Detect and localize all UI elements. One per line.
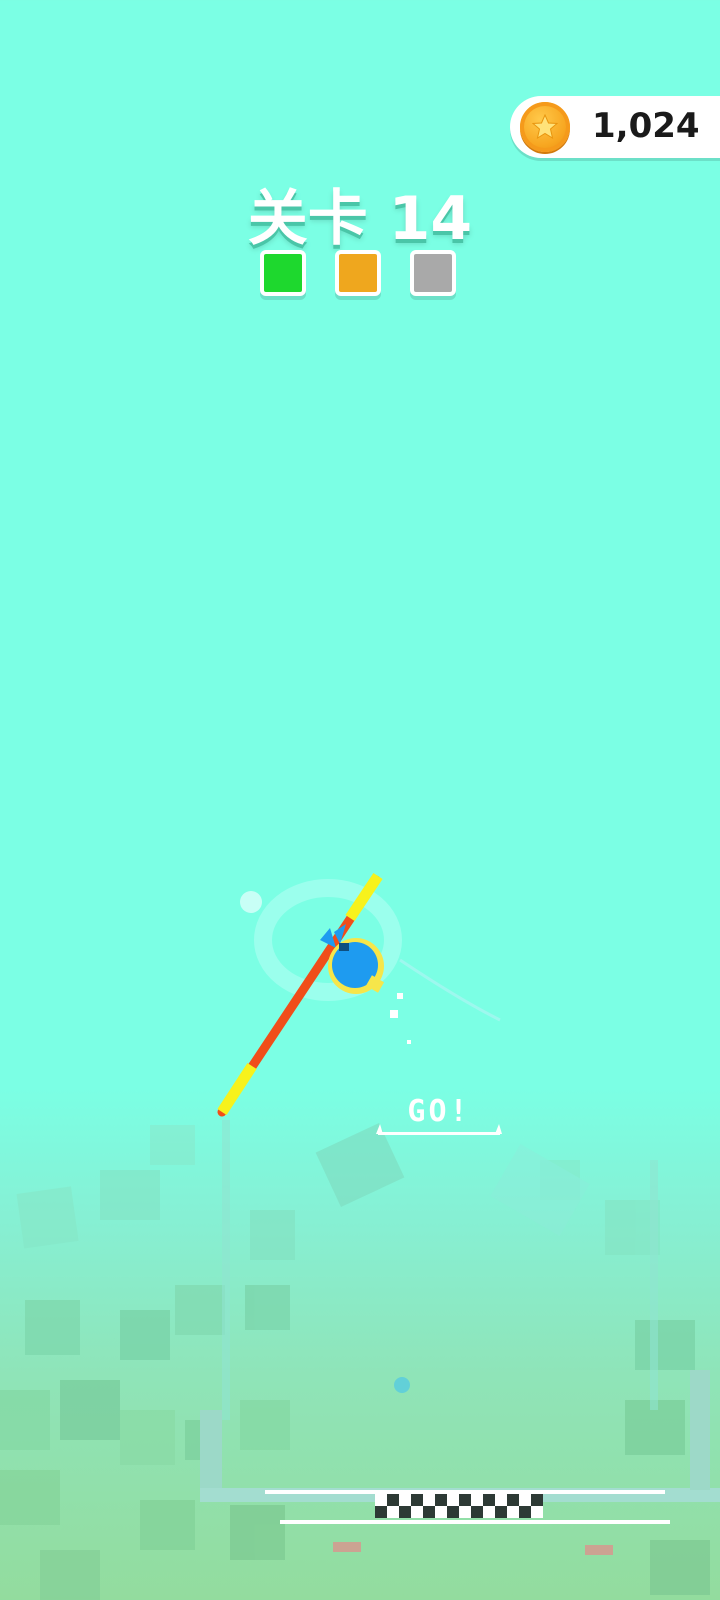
- checker-cell: [375, 1506, 387, 1518]
- checker-cell: [519, 1494, 531, 1506]
- stage-indicator-1: [260, 250, 306, 296]
- checker-cell: [459, 1494, 471, 1506]
- checker-cell: [483, 1506, 495, 1518]
- checker-cell: [435, 1506, 447, 1518]
- stage-progress: [260, 250, 460, 302]
- star-coin-icon: [520, 102, 570, 152]
- go-sign: GO!: [374, 1094, 504, 1135]
- checker-cell: [471, 1494, 483, 1506]
- level-title: 关卡 14: [247, 184, 473, 254]
- checker-cell: [423, 1506, 435, 1518]
- checker-cell: [387, 1494, 399, 1506]
- checker-cell: [507, 1506, 519, 1518]
- checker-cell: [375, 1494, 387, 1506]
- terrain-blocks: [16, 1123, 660, 1260]
- checker-cell: [507, 1494, 519, 1506]
- stage-indicator-3: [410, 250, 456, 296]
- go-sign-base: [376, 1124, 502, 1135]
- checker-cell: [423, 1494, 435, 1506]
- coin-counter: 1,024: [510, 96, 720, 158]
- checker-cell: [531, 1506, 543, 1518]
- checker-cell: [447, 1506, 459, 1518]
- checker-cell: [435, 1494, 447, 1506]
- checker-cell: [399, 1494, 411, 1506]
- checker-cell: [483, 1494, 495, 1506]
- checker-cell: [519, 1506, 531, 1518]
- checker-cell: [531, 1494, 543, 1506]
- checker-cell: [399, 1506, 411, 1518]
- checker-cell: [411, 1506, 423, 1518]
- stage-indicator-2: [335, 250, 381, 296]
- checker-cell: [471, 1506, 483, 1518]
- checker-cell: [495, 1494, 507, 1506]
- coin-count: 1,024: [592, 106, 700, 146]
- checker-cell: [387, 1506, 399, 1518]
- checker-cell: [411, 1494, 423, 1506]
- checker-cell: [447, 1494, 459, 1506]
- checker-cell: [495, 1506, 507, 1518]
- checker-cell: [459, 1506, 471, 1518]
